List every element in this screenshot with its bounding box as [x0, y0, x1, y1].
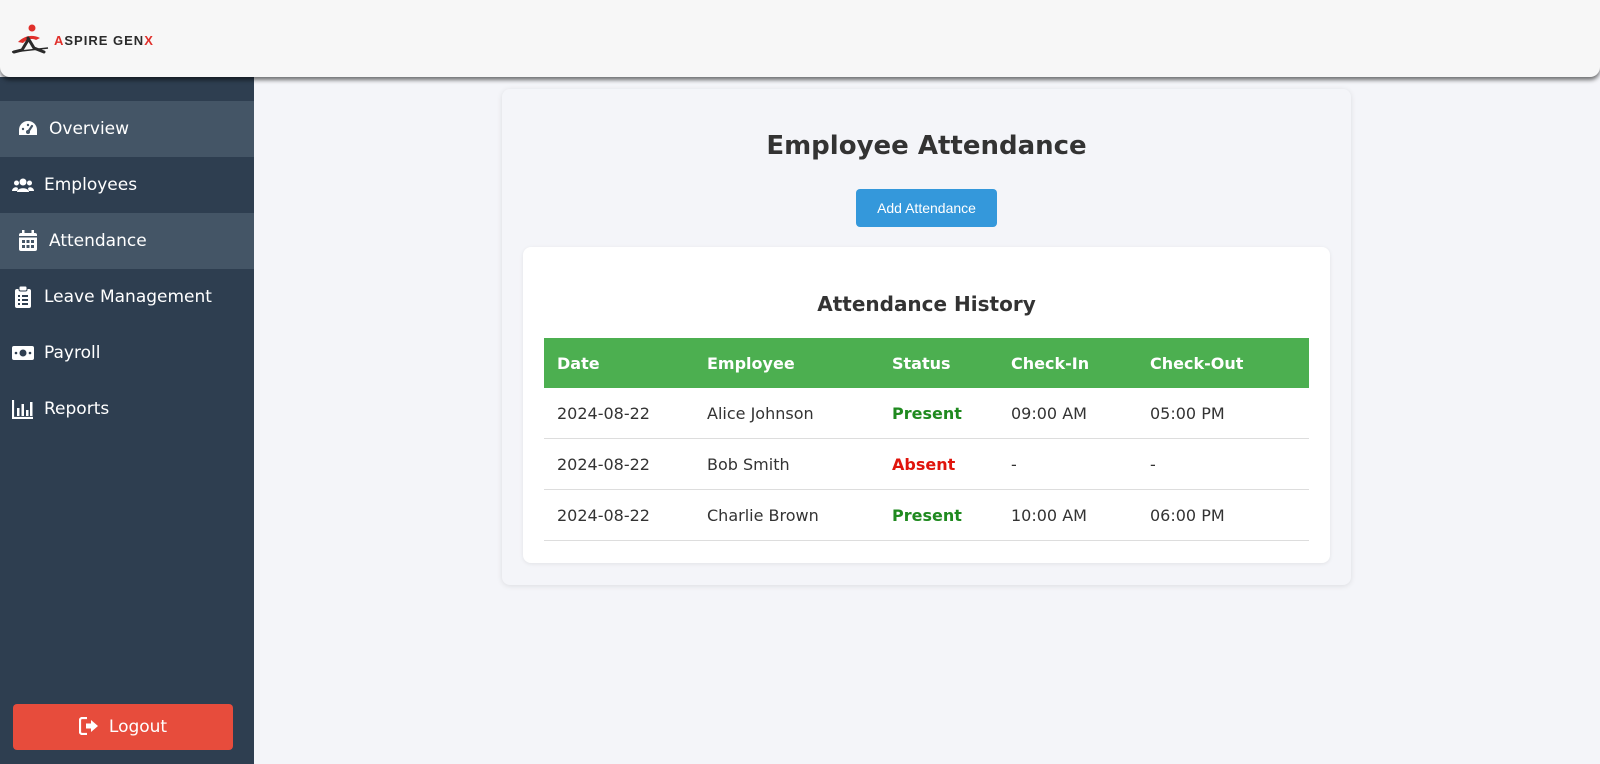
- attendance-card: Employee Attendance Add Attendance Atten…: [502, 89, 1351, 585]
- cell-check-in: 10:00 AM: [1011, 505, 1087, 525]
- sidebar-item-label: Overview: [49, 119, 130, 139]
- sidebar-item-label: Employees: [44, 175, 138, 195]
- users-icon: [12, 174, 34, 196]
- sidebar-item-overview[interactable]: Overview: [0, 101, 254, 157]
- logout-label: Logout: [108, 717, 168, 737]
- add-attendance-button[interactable]: Add Attendance: [856, 189, 997, 227]
- column-header-check-out[interactable]: Check-Out: [1150, 354, 1309, 373]
- sidebar-item-label: Payroll: [44, 343, 101, 363]
- table-row[interactable]: 2024-08-22 Bob Smith Absent - -: [544, 439, 1309, 490]
- cell-employee: Charlie Brown: [707, 505, 819, 525]
- logout-button[interactable]: Logout: [13, 704, 233, 750]
- column-header-status[interactable]: Status: [892, 354, 1011, 373]
- cell-status: Absent: [892, 454, 956, 474]
- sidebar-item-payroll[interactable]: Payroll: [0, 325, 254, 381]
- column-header-date[interactable]: Date: [544, 354, 707, 373]
- cell-check-in: -: [1011, 454, 1017, 474]
- attendance-table: Date Employee Status Check-In Check-Out …: [544, 338, 1309, 541]
- calendar-icon: [17, 230, 39, 252]
- gauge-icon: [17, 118, 39, 140]
- brand-name: ASPIRE GENX: [54, 32, 154, 48]
- sign-out-icon: [78, 717, 99, 737]
- cell-check-out: 06:00 PM: [1150, 505, 1225, 525]
- sidebar-item-label: Reports: [44, 399, 110, 419]
- cell-employee: Alice Johnson: [707, 403, 814, 423]
- column-header-check-in[interactable]: Check-In: [1011, 354, 1150, 373]
- chart-icon: [12, 398, 34, 420]
- cell-check-out: 05:00 PM: [1150, 403, 1225, 423]
- table-row[interactable]: 2024-08-22 Charlie Brown Present 10:00 A…: [544, 490, 1309, 541]
- sidebar-item-attendance[interactable]: Attendance: [0, 213, 254, 269]
- cell-status: Present: [892, 403, 962, 423]
- cell-check-out: -: [1150, 454, 1156, 474]
- cell-date: 2024-08-22: [557, 505, 650, 525]
- table-row[interactable]: 2024-08-22 Alice Johnson Present 09:00 A…: [544, 388, 1309, 439]
- cell-status: Present: [892, 505, 962, 525]
- history-title: Attendance History: [817, 292, 1036, 316]
- runner-logo-icon: [11, 24, 49, 54]
- cell-employee: Bob Smith: [707, 454, 790, 474]
- table-header-row: Date Employee Status Check-In Check-Out: [544, 338, 1309, 388]
- sidebar: Overview Employees Attendance Leave Mana…: [0, 77, 254, 764]
- cell-date: 2024-08-22: [557, 403, 650, 423]
- page-title: Employee Attendance: [766, 131, 1087, 161]
- sidebar-item-leave-management[interactable]: Leave Management: [0, 269, 254, 325]
- cell-date: 2024-08-22: [557, 454, 650, 474]
- brand-logo[interactable]: ASPIRE GENX: [10, 22, 154, 58]
- cell-check-in: 09:00 AM: [1011, 403, 1087, 423]
- money-icon: [12, 342, 34, 364]
- sidebar-item-label: Attendance: [49, 231, 147, 251]
- sidebar-item-reports[interactable]: Reports: [0, 381, 254, 437]
- top-header: ASPIRE GENX: [0, 0, 1600, 77]
- column-header-employee[interactable]: Employee: [707, 354, 892, 373]
- sidebar-item-employees[interactable]: Employees: [0, 157, 254, 213]
- clipboard-icon: [12, 286, 34, 308]
- attendance-history-panel: Attendance History Date Employee Status …: [523, 247, 1330, 563]
- sidebar-item-label: Leave Management: [44, 287, 212, 307]
